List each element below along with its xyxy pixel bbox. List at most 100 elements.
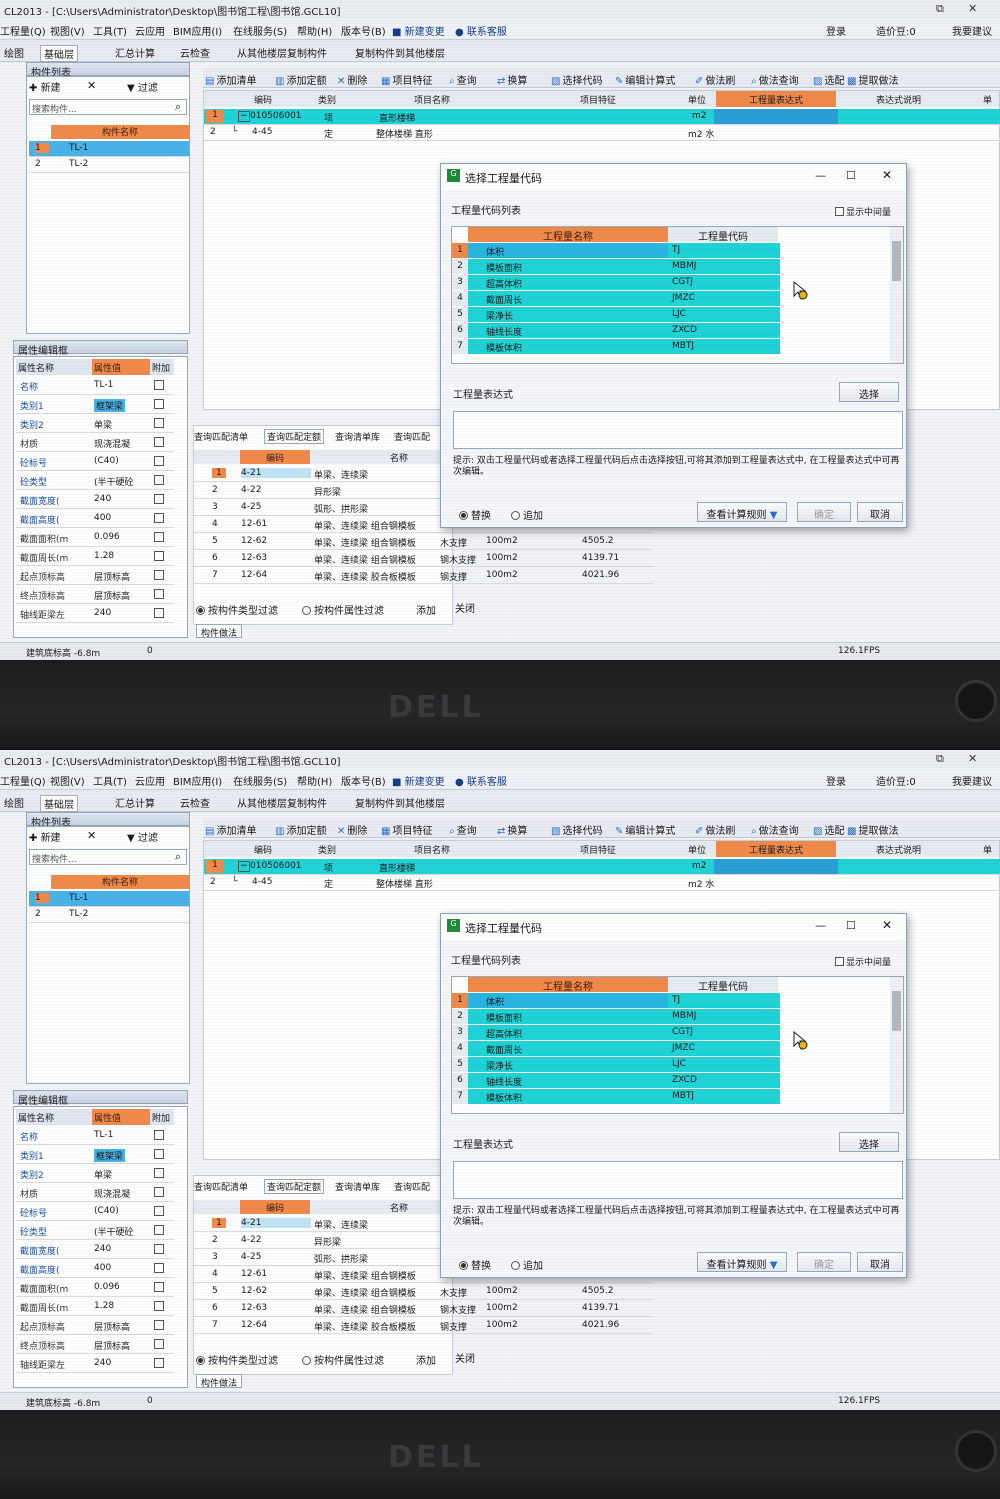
property-row[interactable]: 截面高度(400 [16, 1260, 174, 1278]
login-button[interactable]: 登录 [826, 773, 846, 788]
menu-cloud[interactable]: 云应用 [135, 23, 165, 38]
property-value[interactable]: 层顶标高 [94, 1320, 130, 1333]
method-toolbar-button[interactable]: ✎ 编辑计算式 [615, 72, 675, 87]
property-extra-checkbox[interactable] [154, 513, 164, 523]
property-extra-checkbox[interactable] [154, 1244, 164, 1254]
property-extra-checkbox[interactable] [154, 1320, 164, 1330]
menu-cloud[interactable]: 云应用 [135, 773, 165, 788]
minimize-icon[interactable]: — [815, 169, 826, 182]
minimize-icon[interactable]: — [815, 919, 826, 932]
property-row[interactable]: 终点顶标高 层顶标高 [16, 586, 174, 604]
dialog-close-icon[interactable]: ✕ [882, 918, 892, 932]
method-toolbar-button[interactable]: ⌕ 做法查询 [751, 822, 799, 837]
method-toolbar-button[interactable]: ▩ 提取做法 [847, 72, 898, 87]
expression-input[interactable] [453, 1161, 903, 1199]
property-value[interactable]: 240 [94, 1358, 111, 1368]
property-row[interactable]: 终点顶标高 层顶标高 [16, 1336, 174, 1354]
quantity-code-row[interactable]: 1 体积 TJ [452, 993, 782, 1008]
property-row[interactable]: 砼标号 (C40) [16, 1203, 174, 1221]
maximize-icon[interactable]: ☐ [846, 169, 856, 182]
append-radio[interactable]: 追加 [511, 1257, 543, 1272]
query-row[interactable]: 6 12-63 单梁、连续梁 组合钢模板 钢木支撑 100m2 4139.71 [194, 551, 654, 567]
property-value[interactable]: (C40) [94, 1206, 119, 1216]
replace-radio[interactable]: 替换 [459, 507, 491, 522]
property-extra-checkbox[interactable] [154, 1339, 164, 1349]
query-row[interactable]: 5 12-62 单梁、连续梁 组合钢模板 木支撑 100m2 4505.2 [194, 1284, 654, 1300]
query-close-button[interactable]: 关闭 [455, 600, 475, 615]
method-toolbar-button[interactable]: ⇄ 换算 [497, 822, 527, 837]
view-rules-button[interactable]: 查看计算规则 ▼ [697, 502, 787, 522]
new-component-button[interactable]: ✚ 新建 [29, 829, 61, 844]
property-row[interactable]: 起点顶标高 层顶标高 [16, 567, 174, 585]
method-row[interactable]: 2 └ 4-45 定 整体楼梯 直形 m2 水 [204, 875, 1000, 891]
property-extra-checkbox[interactable] [154, 380, 164, 390]
property-value[interactable]: 240 [94, 608, 111, 618]
component-search-input[interactable]: 搜索构件... [29, 849, 187, 865]
property-row[interactable]: 截面宽度(240 [16, 1241, 174, 1259]
component-row[interactable]: 2 TL-2 [29, 157, 189, 173]
copy-to-floor-button[interactable]: 复制构件到其他楼层 [355, 795, 445, 810]
property-row[interactable]: 砼类型 (半干硬砼 [16, 472, 174, 490]
show-mid-checkbox[interactable]: 显示中间量 [835, 955, 891, 968]
method-toolbar-button[interactable]: ⌕ 查询 [449, 72, 477, 87]
property-value[interactable]: 400 [94, 513, 111, 523]
property-row[interactable]: 名称 TL-1 [16, 1127, 174, 1145]
property-extra-checkbox[interactable] [154, 532, 164, 542]
property-row[interactable]: 材质 现浇混凝 [16, 1184, 174, 1202]
copy-to-floor-button[interactable]: 复制构件到其他楼层 [355, 45, 445, 60]
property-extra-checkbox[interactable] [154, 1168, 164, 1178]
menu-bim[interactable]: BIM应用(I) [173, 23, 222, 38]
collapse-icon[interactable]: − [238, 861, 250, 872]
view-rules-button[interactable]: 查看计算规则 ▼ [697, 1252, 787, 1272]
property-row[interactable]: 截面宽度(240 [16, 491, 174, 509]
menu-version[interactable]: 版本号(B) [341, 773, 386, 788]
show-mid-checkbox[interactable]: 显示中间量 [835, 205, 891, 218]
filter-by-prop-radio[interactable]: 按构件属性过滤 [302, 602, 384, 617]
property-extra-checkbox[interactable] [154, 570, 164, 580]
property-extra-checkbox[interactable] [154, 1358, 164, 1368]
query-row[interactable]: 7 12-64 单梁、连续梁 胶合板模板 钢支撑 100m2 4021.96 [194, 568, 654, 584]
property-value[interactable]: 层顶标高 [94, 589, 130, 602]
method-toolbar-button[interactable]: ⌕ 查询 [449, 822, 477, 837]
method-row[interactable]: 1 − 010506001 项 直形楼梯 m2 [204, 859, 1000, 875]
property-value[interactable]: 单梁 [94, 1168, 112, 1181]
property-row[interactable]: 截面周长(m 1.28 [16, 548, 174, 566]
feedback-link[interactable]: 我要建议 [952, 23, 992, 38]
query-tab[interactable]: 查询匹配 [394, 1180, 430, 1193]
filter-by-type-radio[interactable]: 按构件类型过滤 [196, 1352, 278, 1367]
quantity-code-row[interactable]: 7 模板体积 MBTJ [452, 339, 782, 354]
method-toolbar-button[interactable]: ✕ 删除 [337, 72, 367, 87]
property-extra-checkbox[interactable] [154, 551, 164, 561]
menu-help[interactable]: 帮助(H) [297, 23, 332, 38]
menu-tools[interactable]: 工具(T) [93, 773, 127, 788]
quantity-code-row[interactable]: 3 超高体积 CGTJ [452, 275, 782, 290]
component-search-input[interactable]: 搜索构件... [29, 99, 187, 115]
select-button[interactable]: 选择 [839, 382, 899, 402]
property-extra-checkbox[interactable] [154, 589, 164, 599]
floor-select[interactable]: 基础层 [40, 795, 78, 812]
property-extra-checkbox[interactable] [154, 418, 164, 428]
quantity-code-row[interactable]: 5 梁净长 LJC [452, 307, 782, 322]
component-row[interactable]: 1 TL-1 [29, 141, 189, 157]
cloud-check-button[interactable]: 云检查 [180, 45, 210, 60]
query-row[interactable]: 7 12-64 单梁、连续梁 胶合板模板 钢支撑 100m2 4021.96 [194, 1318, 654, 1334]
method-toolbar-button[interactable]: ✐ 做法刷 [695, 72, 735, 87]
property-value[interactable]: 240 [94, 494, 111, 504]
copy-from-floor-button[interactable]: 从其他楼层复制构件 [237, 795, 327, 810]
query-row[interactable]: 6 12-63 单梁、连续梁 组合钢模板 钢木支撑 100m2 4139.71 [194, 1301, 654, 1317]
method-toolbar-button[interactable]: ▩ 提取做法 [847, 822, 898, 837]
menu-online[interactable]: 在线服务(S) [233, 773, 287, 788]
property-value[interactable]: 单梁 [94, 418, 112, 431]
menu-help[interactable]: 帮助(H) [297, 773, 332, 788]
add-button[interactable]: 添加 [416, 602, 436, 617]
property-value[interactable]: 框架梁 [94, 399, 126, 412]
property-row[interactable]: 类别1 框架梁 [16, 396, 174, 414]
floor-select[interactable]: 基础层 [40, 45, 78, 62]
property-extra-checkbox[interactable] [154, 608, 164, 618]
quantity-code-row[interactable]: 2 模板面积 MBMJ [452, 259, 782, 274]
property-value[interactable]: 现浇混凝 [94, 437, 130, 450]
property-value[interactable]: TL-1 [94, 1130, 113, 1140]
method-row[interactable]: 1 − 010506001 项 直形楼梯 m2 [204, 109, 1000, 125]
method-toolbar-button[interactable]: ⇄ 换算 [497, 72, 527, 87]
property-extra-checkbox[interactable] [154, 1149, 164, 1159]
